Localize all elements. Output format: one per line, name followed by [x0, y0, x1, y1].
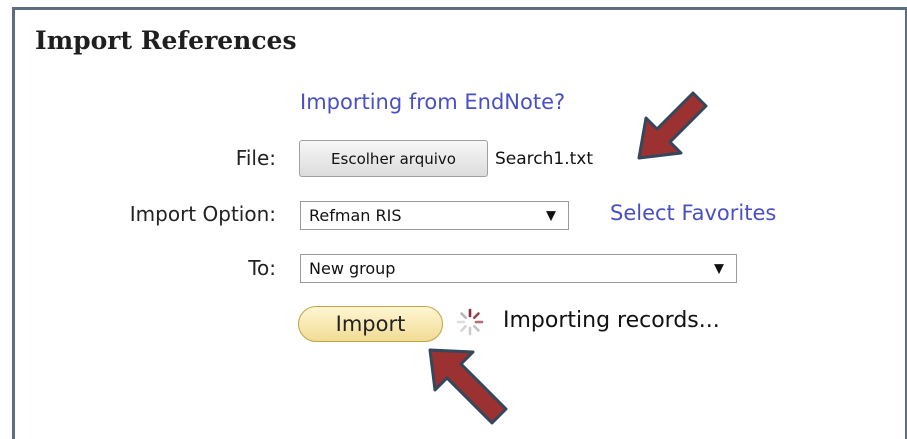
to-group-value: New group	[309, 259, 396, 278]
choose-file-button[interactable]: Escolher arquivo	[299, 140, 488, 177]
loading-spinner-icon	[456, 308, 484, 336]
select-favorites-link[interactable]: Select Favorites	[610, 201, 776, 225]
import-option-label: Import Option:	[129, 202, 276, 226]
annotation-arrow-icon	[428, 348, 508, 425]
triangle-down-icon: ▼	[714, 261, 724, 276]
import-button[interactable]: Import	[298, 306, 443, 342]
to-label: To:	[248, 256, 276, 280]
import-option-value: Refman RIS	[309, 206, 402, 225]
file-label: File:	[235, 146, 276, 170]
page-title: Import References	[35, 26, 297, 55]
annotation-arrow-icon	[637, 91, 708, 160]
to-group-select[interactable]: New group ▼	[300, 254, 737, 283]
selected-file-name: Search1.txt	[495, 149, 594, 169]
import-option-select[interactable]: Refman RIS ▼	[300, 201, 569, 230]
triangle-down-icon: ▼	[546, 208, 556, 223]
import-status-text: Importing records...	[503, 308, 720, 333]
importing-from-endnote-link[interactable]: Importing from EndNote?	[300, 90, 565, 114]
